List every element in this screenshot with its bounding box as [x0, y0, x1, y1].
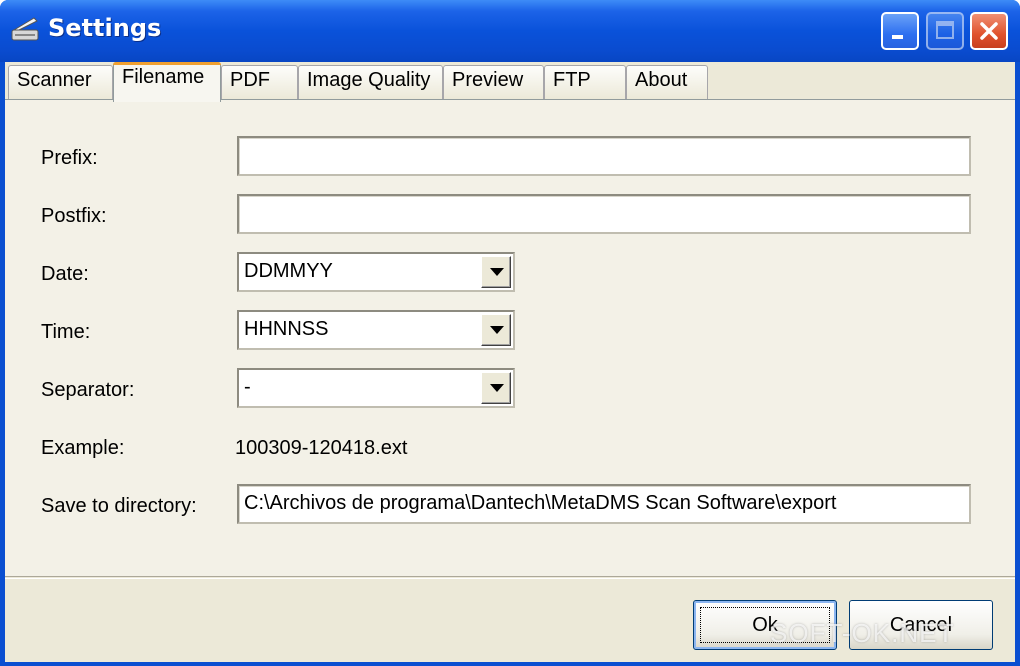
- dropdown-arrow-button[interactable]: [481, 314, 511, 346]
- time-label: Time:: [41, 321, 91, 343]
- postfix-label: Postfix:: [41, 205, 107, 227]
- separator-value: -: [244, 376, 251, 398]
- settings-window: Settings Scanner Filename PDF Image Qual…: [0, 0, 1020, 666]
- tab-filename[interactable]: Filename: [113, 62, 221, 102]
- minimize-button[interactable]: [881, 12, 919, 50]
- maximize-icon: [936, 21, 954, 39]
- chevron-down-icon: [490, 326, 504, 334]
- close-button[interactable]: [970, 12, 1008, 50]
- separator-label: Separator:: [41, 379, 135, 401]
- tab-label: Preview: [452, 69, 524, 91]
- watermark: SOFT-OK.NET: [770, 618, 955, 648]
- save-directory-input[interactable]: C:\Archivos de programa\Dantech\MetaDMS …: [237, 484, 971, 524]
- minimize-icon: [892, 35, 903, 39]
- date-format-dropdown[interactable]: DDMMYY: [237, 252, 515, 292]
- tab-pdf[interactable]: PDF: [221, 65, 298, 99]
- tab-strip: Scanner Filename PDF Image Quality Previ…: [5, 62, 1015, 102]
- tab-label: FTP: [553, 69, 591, 91]
- tab-label: About: [635, 69, 688, 91]
- example-label: Example:: [41, 437, 125, 459]
- tab-label: Scanner: [17, 69, 92, 91]
- tab-preview[interactable]: Preview: [443, 65, 544, 99]
- dropdown-arrow-button[interactable]: [481, 256, 511, 288]
- maximize-button[interactable]: [926, 12, 964, 50]
- example-value: 100309-120418.ext: [235, 437, 408, 459]
- time-format-value: HHNNSS: [244, 318, 329, 340]
- time-format-dropdown[interactable]: HHNNSS: [237, 310, 515, 350]
- title-bar[interactable]: Settings: [0, 0, 1020, 62]
- date-label: Date:: [41, 263, 89, 285]
- divider: [5, 576, 1015, 579]
- dialog-body: Scanner Filename PDF Image Quality Previ…: [5, 62, 1015, 662]
- chevron-down-icon: [490, 384, 504, 392]
- scanner-app-icon: [11, 17, 39, 41]
- postfix-input[interactable]: [237, 194, 971, 234]
- window-title: Settings: [48, 14, 162, 42]
- save-directory-label: Save to directory:: [41, 495, 197, 517]
- tab-about[interactable]: About: [626, 65, 708, 99]
- tab-label: Filename: [122, 66, 205, 88]
- prefix-input[interactable]: [237, 136, 971, 176]
- tab-label: Image Quality: [307, 69, 431, 91]
- separator-dropdown[interactable]: -: [237, 368, 515, 408]
- filename-tab-panel: Prefix: Postfix: Date: DDMMYY Time: HHNN…: [5, 99, 1015, 577]
- chevron-down-icon: [490, 268, 504, 276]
- tab-scanner[interactable]: Scanner: [8, 65, 113, 99]
- close-icon: [980, 22, 998, 40]
- tab-image-quality[interactable]: Image Quality: [298, 65, 443, 99]
- date-format-value: DDMMYY: [244, 260, 333, 282]
- tab-ftp[interactable]: FTP: [544, 65, 626, 99]
- dropdown-arrow-button[interactable]: [481, 372, 511, 404]
- prefix-label: Prefix:: [41, 147, 98, 169]
- tab-label: PDF: [230, 69, 270, 91]
